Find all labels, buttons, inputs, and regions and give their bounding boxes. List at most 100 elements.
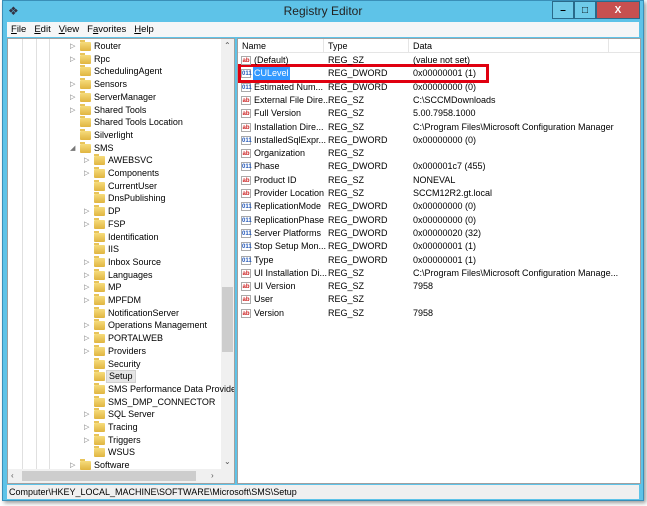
expand-arrow-icon[interactable]: ▷ (70, 40, 77, 53)
tree-item-software[interactable]: ▷ Software (8, 459, 222, 472)
value-row[interactable]: ab User REG_SZ (238, 293, 640, 306)
value-row[interactable]: ab Installation Dire... REG_SZ C:\Program F… (238, 121, 640, 134)
folder-icon (94, 294, 105, 305)
value-row[interactable]: 011 Phase REG_DWORD 0x000001c7 (455) (238, 160, 640, 173)
tree-item-operations-management[interactable]: ▷ Operations Management (8, 319, 222, 332)
expand-arrow-icon[interactable]: ▷ (70, 91, 77, 104)
value-row[interactable]: ab UI Version REG_SZ 7958 (238, 280, 640, 293)
expand-arrow-icon[interactable]: ▷ (84, 421, 91, 434)
value-row[interactable]: ab Product ID REG_SZ NONEVAL (238, 174, 640, 187)
registry-tree[interactable]: ⌃ ⌄ ‹ › ▷ Router ▷ Rpc SchedulingAgent ▷ Senso… (7, 38, 235, 484)
tree-item-identification[interactable]: Identification (8, 230, 222, 244)
expand-arrow-icon[interactable]: ▷ (84, 205, 91, 218)
tree-item-shared-tools[interactable]: ▷ Shared Tools (8, 103, 222, 117)
value-row[interactable]: ab Provider Location REG_SZ SCCM12R2.gt.loc… (238, 187, 640, 200)
tree-item-notificationserver[interactable]: NotificationServer (8, 306, 222, 320)
value-row[interactable]: ab Organization REG_SZ (238, 147, 640, 160)
tree-item-portalweb[interactable]: ▷ PORTALWEB (8, 332, 222, 345)
tree-hscroll-thumb[interactable] (22, 471, 196, 481)
tree-item-components[interactable]: ▷ Components (8, 167, 222, 180)
tree-scroll-thumb[interactable] (222, 287, 233, 352)
expand-arrow-icon[interactable]: ▷ (84, 154, 91, 167)
value-row[interactable]: ab Version REG_SZ 7958 (238, 307, 640, 320)
values-list[interactable]: Name Type Data ab (Default) REG_SZ (value n… (237, 38, 641, 484)
tree-item-sms[interactable]: ◢ SMS (8, 141, 222, 155)
expand-arrow-icon[interactable]: ▷ (70, 78, 77, 91)
tree-item-sql-server[interactable]: ▷ SQL Server (8, 408, 222, 421)
menu-File[interactable]: File (7, 24, 30, 35)
tree-item-label: Identification (108, 231, 159, 242)
expand-arrow-icon[interactable]: ▷ (84, 281, 91, 294)
tree-item-sms-dmp-connector[interactable]: SMS_DMP_CONNECTOR (8, 395, 222, 409)
tree-item-servermanager[interactable]: ▷ ServerManager (8, 90, 222, 104)
tree-item-sms-performance-data-provider[interactable]: SMS Performance Data Provider (8, 382, 234, 396)
tree-item-languages[interactable]: ▷ Languages (8, 268, 222, 282)
expand-arrow-icon[interactable]: ▷ (70, 53, 77, 66)
value-data: C:\Program Files\Microsoft Configuration… (413, 267, 619, 278)
value-row[interactable]: ab External File Dire... REG_SZ C:\SCCMDown… (238, 94, 640, 107)
tree-item-shared-tools-location[interactable]: Shared Tools Location (8, 116, 222, 129)
tree-item-rpc[interactable]: ▷ Rpc (8, 52, 222, 66)
close-button[interactable]: X (596, 1, 640, 19)
value-row[interactable]: 011 ReplicationPhase REG_DWORD 0x00000000 (… (238, 214, 640, 227)
expand-arrow-icon[interactable]: ▷ (84, 269, 91, 282)
column-header-name[interactable]: Name (238, 39, 324, 53)
tree-item-setup[interactable]: Setup (8, 370, 222, 384)
scroll-left-icon[interactable]: ‹ (11, 471, 14, 480)
tree-item-iis[interactable]: IIS (8, 243, 222, 256)
value-name: Estimated Num... (254, 81, 324, 92)
value-row[interactable]: 011 Type REG_DWORD 0x00000001 (1) (238, 254, 640, 267)
expand-arrow-icon[interactable]: ▷ (84, 256, 91, 269)
expand-arrow-icon[interactable]: ▷ (70, 104, 77, 117)
maximize-button[interactable]: □ (574, 1, 596, 19)
tree-item-sensors[interactable]: ▷ Sensors (8, 78, 222, 91)
value-row[interactable]: ab Full Version REG_SZ 5.00.7958.1000 (238, 107, 640, 120)
tree-item-providers[interactable]: ▷ Providers (8, 344, 222, 358)
value-row[interactable]: 011 Server Platforms REG_DWORD 0x00000020 (… (238, 227, 640, 240)
scroll-right-icon[interactable]: › (211, 471, 214, 480)
scroll-down-icon[interactable]: ⌄ (224, 457, 231, 466)
menu-Favorites[interactable]: Favorites (83, 24, 130, 35)
tree-item-mp[interactable]: ▷ MP (8, 281, 222, 294)
expand-arrow-icon[interactable]: ▷ (84, 345, 91, 358)
tree-item-dp[interactable]: ▷ DP (8, 205, 222, 218)
value-row[interactable]: 011 Stop Setup Mon... REG_DWORD 0x00000001 … (238, 240, 640, 253)
expand-arrow-icon[interactable]: ▷ (84, 434, 91, 447)
tree-item-wsus[interactable]: WSUS (8, 446, 222, 459)
value-row[interactable]: ab UI Installation Di... REG_SZ C:\Program … (238, 267, 640, 280)
value-row[interactable]: 011 CULevel REG_DWORD 0x00000001 (1) (238, 67, 640, 81)
collapse-arrow-icon[interactable]: ◢ (70, 142, 77, 155)
tree-item-silverlight[interactable]: Silverlight (8, 128, 222, 142)
expand-arrow-icon[interactable]: ▷ (84, 332, 91, 345)
expand-arrow-icon[interactable]: ▷ (84, 319, 91, 332)
tree-item-triggers[interactable]: ▷ Triggers (8, 433, 222, 447)
menu-Help[interactable]: Help (130, 24, 158, 35)
folder-icon (80, 141, 91, 153)
tree-item-dnspublishing[interactable]: DnsPublishing (8, 192, 222, 205)
expand-arrow-icon[interactable]: ▷ (84, 218, 91, 231)
tree-item-tracing[interactable]: ▷ Tracing (8, 421, 222, 434)
tree-item-schedulingagent[interactable]: SchedulingAgent (8, 65, 222, 78)
tree-vertical-scrollbar[interactable]: ⌃ ⌄ (221, 39, 234, 469)
value-row[interactable]: 011 Estimated Num... REG_DWORD 0x00000000 (… (238, 81, 640, 94)
minimize-button[interactable]: – (552, 1, 574, 19)
expand-arrow-icon[interactable]: ▷ (84, 167, 91, 180)
scroll-up-icon[interactable]: ⌃ (224, 41, 231, 50)
value-row[interactable]: 011 ReplicationMode REG_DWORD 0x00000000 (0… (238, 200, 640, 213)
value-row[interactable]: 011 InstalledSqlExpr... REG_DWORD 0x0000000… (238, 134, 640, 147)
menu-View[interactable]: View (55, 24, 83, 35)
expand-arrow-icon[interactable]: ▷ (70, 459, 77, 472)
tree-item-currentuser[interactable]: CurrentUser (8, 179, 222, 193)
tree-item-inbox-source[interactable]: ▷ Inbox Source (8, 255, 222, 269)
tree-item-mpfdm[interactable]: ▷ MPFDM (8, 294, 222, 307)
tree-item-router[interactable]: ▷ Router (8, 40, 222, 53)
column-header-type[interactable]: Type (324, 39, 409, 53)
menu-Edit[interactable]: Edit (30, 24, 54, 35)
expand-arrow-icon[interactable]: ▷ (84, 294, 91, 307)
column-header-data[interactable]: Data (409, 39, 609, 53)
tree-item-awebsvc[interactable]: ▷ AWEBSVC (8, 154, 222, 167)
expand-arrow-icon[interactable]: ▷ (84, 408, 91, 421)
tree-item-fsp[interactable]: ▷ FSP (8, 217, 222, 231)
tree-item-security[interactable]: Security (8, 357, 222, 371)
value-row[interactable]: ab (Default) REG_SZ (value not set) (238, 54, 640, 67)
